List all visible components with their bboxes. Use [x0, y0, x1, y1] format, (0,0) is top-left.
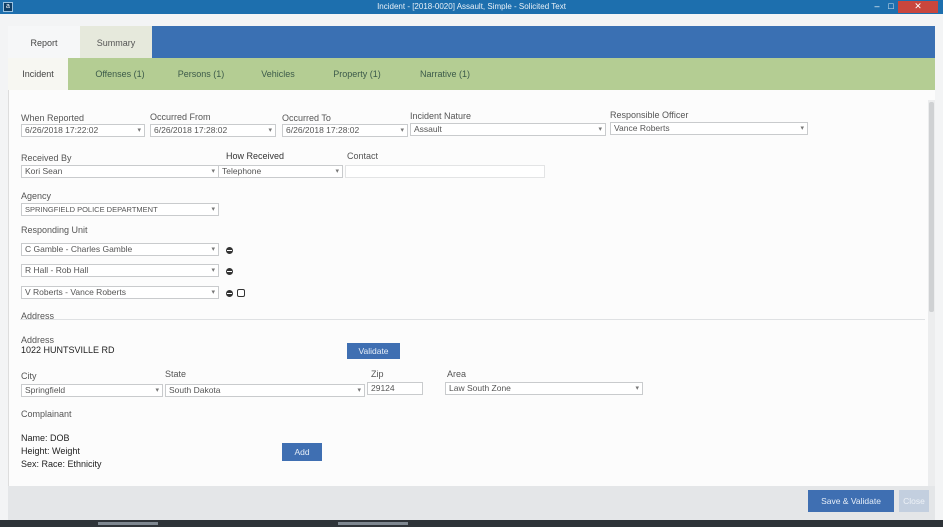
state-label: State	[165, 369, 187, 379]
agency-select[interactable]: SPRINGFIELD POLICE DEPARTMENT ▾	[21, 203, 219, 216]
chevron-down-icon: ▾	[211, 168, 215, 175]
address-label: Address	[21, 335, 55, 345]
chevron-down-icon: ▾	[598, 126, 602, 133]
close-window-button[interactable]: ✕	[898, 1, 938, 13]
state-select[interactable]: South Dakota ▾	[165, 384, 365, 397]
area-select[interactable]: Law South Zone ▾	[445, 382, 643, 395]
city-select[interactable]: Springfield ▾	[21, 384, 163, 397]
contact-input[interactable]	[345, 165, 545, 178]
taskbar-segment	[338, 522, 408, 525]
complainant-sex-race: Sex: Race: Ethnicity	[21, 459, 102, 469]
remove-unit-icon[interactable]	[226, 268, 233, 275]
incident-nature-label: Incident Nature	[410, 111, 472, 121]
responsible-officer-label: Responsible Officer	[610, 110, 689, 120]
how-received-label: How Received	[226, 151, 285, 161]
tab-persons[interactable]: Persons (1)	[163, 58, 239, 90]
complainant-label: Complainant	[21, 409, 72, 419]
maximize-button[interactable]: □	[884, 1, 898, 13]
agency-label: Agency	[21, 191, 52, 201]
incident-nature-select[interactable]: Assault ▾	[410, 123, 606, 136]
occurred-to-field[interactable]: 6/26/2018 17:28:02 ▾	[282, 124, 408, 137]
section-divider	[20, 319, 925, 320]
taskbar-strip	[0, 520, 943, 527]
chevron-down-icon: ▾	[268, 127, 272, 134]
tab-offenses[interactable]: Offenses (1)	[82, 58, 158, 90]
city-label: City	[21, 371, 37, 381]
tab-incident[interactable]: Incident	[8, 58, 68, 90]
tab-narrative[interactable]: Narrative (1)	[405, 58, 485, 90]
when-reported-field[interactable]: 6/26/2018 17:22:02 ▾	[21, 124, 145, 137]
address-value: 1022 HUNTSVILLE RD	[21, 345, 115, 355]
zip-label: Zip	[371, 369, 384, 379]
add-unit-icon[interactable]	[237, 289, 245, 297]
complainant-name: Name: DOB	[21, 433, 70, 443]
validate-button[interactable]: Validate	[347, 343, 400, 359]
chevron-down-icon: ▾	[635, 385, 639, 392]
received-by-label: Received By	[21, 153, 72, 163]
chevron-down-icon: ▾	[211, 246, 215, 253]
scrollbar-thumb[interactable]	[929, 102, 934, 312]
chevron-down-icon: ▾	[335, 168, 339, 175]
tab-report[interactable]: Report	[8, 26, 80, 58]
complainant-height-weight: Height: Weight	[21, 446, 80, 456]
occurred-to-label: Occurred To	[282, 113, 331, 123]
tab-property[interactable]: Property (1)	[318, 58, 396, 90]
occurred-from-field[interactable]: 6/26/2018 17:28:02 ▾	[150, 124, 276, 137]
how-received-select[interactable]: Telephone ▾	[218, 165, 343, 178]
tab-summary[interactable]: Summary	[80, 26, 152, 58]
tab-vehicles[interactable]: Vehicles	[248, 58, 308, 90]
responding-unit-label: Responding Unit	[21, 225, 88, 235]
vertical-scrollbar[interactable]	[928, 100, 935, 486]
responding-unit-select-1[interactable]: C Gamble - Charles Gamble ▾	[21, 243, 219, 256]
occurred-from-label: Occurred From	[150, 112, 211, 122]
zip-input[interactable]: 29124	[367, 382, 423, 395]
responsible-officer-select[interactable]: Vance Roberts ▾	[610, 122, 808, 135]
chevron-down-icon: ▾	[137, 127, 141, 134]
chevron-down-icon: ▾	[211, 267, 215, 274]
received-by-select[interactable]: Kori Sean ▾	[21, 165, 219, 178]
area-label: Area	[447, 369, 467, 379]
taskbar-segment	[98, 522, 158, 525]
minimize-button[interactable]: ‒	[870, 1, 884, 13]
chevron-down-icon: ▾	[800, 125, 804, 132]
save-validate-button[interactable]: Save & Validate	[808, 490, 894, 512]
contact-label: Contact	[347, 151, 379, 161]
responding-unit-select-3[interactable]: V Roberts - Vance Roberts ▾	[21, 286, 219, 299]
responding-unit-select-2[interactable]: R Hall - Rob Hall ▾	[21, 264, 219, 277]
chevron-down-icon: ▾	[155, 387, 159, 394]
add-complainant-button[interactable]: Add	[282, 443, 322, 461]
remove-unit-icon[interactable]	[226, 290, 233, 297]
remove-unit-icon[interactable]	[226, 247, 233, 254]
close-button[interactable]: Close	[899, 490, 929, 512]
when-reported-label: When Reported	[21, 113, 85, 123]
chevron-down-icon: ▾	[357, 387, 361, 394]
chevron-down-icon: ▾	[400, 127, 404, 134]
chevron-down-icon: ▾	[211, 289, 215, 296]
window-title: Incident - [2018-0020] Assault, Simple -…	[377, 2, 566, 11]
chevron-down-icon: ▾	[211, 206, 215, 213]
title-bar: a Incident - [2018-0020] Assault, Simple…	[0, 0, 943, 14]
bottom-action-bar	[8, 486, 935, 520]
